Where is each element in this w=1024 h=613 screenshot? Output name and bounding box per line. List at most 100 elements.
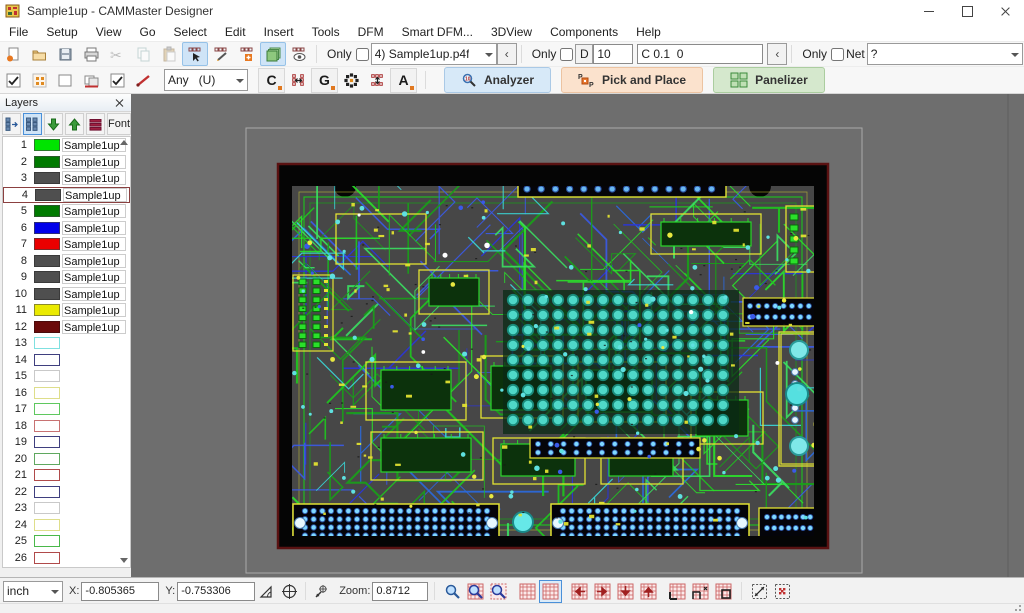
menu-smart-dfm[interactable]: Smart DFM... <box>393 24 482 40</box>
layer-color-swatch[interactable] <box>34 519 60 531</box>
layer-table-button[interactable] <box>23 113 42 135</box>
layer-move-up-button[interactable] <box>65 113 84 135</box>
select-pads-button[interactable] <box>182 42 208 66</box>
align-corner-button[interactable] <box>666 580 689 603</box>
cluster-tool-button[interactable] <box>338 68 364 92</box>
select-filter-toggle-button[interactable] <box>104 68 130 92</box>
prev-dcode-button[interactable]: ‹ <box>767 43 787 65</box>
layer-color-swatch[interactable] <box>34 255 60 267</box>
layer-scroll-up-icon[interactable] <box>120 140 128 145</box>
edit-pads-button[interactable] <box>208 42 234 66</box>
resize-extents-button[interactable] <box>748 580 771 603</box>
layer-row[interactable]: 26 <box>3 550 130 567</box>
layer-row[interactable]: 1Sample1up <box>3 137 130 154</box>
menu-insert[interactable]: Insert <box>255 24 303 40</box>
menu-3dview[interactable]: 3DView <box>482 24 541 40</box>
letter-g-tool-button[interactable]: G <box>311 68 338 93</box>
cut-button[interactable]: ✂ <box>104 42 130 66</box>
layer-color-swatch[interactable] <box>34 304 60 316</box>
net-combo[interactable]: ? <box>867 43 1023 65</box>
layer-color-swatch[interactable] <box>34 502 60 514</box>
menu-dfm[interactable]: DFM <box>349 24 393 40</box>
layer-color-swatch[interactable] <box>34 535 60 547</box>
pcb-workspace[interactable] <box>131 94 1024 577</box>
layer-color-swatch[interactable] <box>34 354 60 366</box>
add-pad-button[interactable] <box>234 42 260 66</box>
layer-row[interactable]: 18 <box>3 418 130 435</box>
layers-panel-header[interactable]: Layers <box>0 94 131 112</box>
analyzer-button[interactable]: 10 Analyzer <box>444 67 551 93</box>
aperture-filter-combo[interactable]: Any (U) <box>164 69 248 91</box>
resize-grip[interactable] <box>1014 604 1022 612</box>
close-button[interactable] <box>986 0 1024 22</box>
layer-color-swatch[interactable] <box>34 370 60 382</box>
layer-color-swatch[interactable] <box>34 172 60 184</box>
letter-a-tool-button[interactable]: A <box>390 68 417 93</box>
menu-components[interactable]: Components <box>541 24 627 40</box>
layer-row[interactable]: 24 <box>3 517 130 534</box>
zoom-input[interactable] <box>372 582 428 601</box>
only-net-checkbox[interactable] <box>831 48 844 61</box>
layer-row[interactable]: 16 <box>3 385 130 402</box>
layer-row[interactable]: 17 <box>3 401 130 418</box>
measure-angle-button[interactable] <box>255 580 278 603</box>
layer-color-swatch[interactable] <box>34 139 60 151</box>
layer-color-swatch[interactable] <box>34 387 60 399</box>
layer-row[interactable]: 12Sample1up <box>3 319 130 336</box>
font-button[interactable]: Font <box>107 113 131 135</box>
print-button[interactable] <box>78 42 104 66</box>
origin-target-button[interactable] <box>278 580 301 603</box>
layers-panel-close-button[interactable] <box>114 97 126 109</box>
layer-row[interactable]: 21 <box>3 467 130 484</box>
layer-row[interactable]: 4Sample1up <box>3 187 130 204</box>
layer-row[interactable]: 11Sample1up <box>3 302 130 319</box>
layer-color-swatch[interactable] <box>34 486 60 498</box>
layer-row[interactable]: 23 <box>3 500 130 517</box>
layer-color-swatch[interactable] <box>34 321 60 333</box>
view-pads-button[interactable] <box>286 42 312 66</box>
layer-color-swatch[interactable] <box>34 288 60 300</box>
layer-row[interactable]: 5Sample1up <box>3 203 130 220</box>
layer-row[interactable]: 6Sample1up <box>3 220 130 237</box>
menu-edit[interactable]: Edit <box>216 24 255 40</box>
only-dcode-checkbox[interactable] <box>560 48 573 61</box>
open-file-button[interactable] <box>26 42 52 66</box>
zoom-in-button[interactable] <box>441 580 464 603</box>
layer-row[interactable]: 20 <box>3 451 130 468</box>
layer-row[interactable]: 10Sample1up <box>3 286 130 303</box>
layer-color-swatch[interactable] <box>34 453 60 465</box>
pan-down-button[interactable] <box>614 580 637 603</box>
align-center-button[interactable] <box>689 580 712 603</box>
layer-row[interactable]: 8Sample1up <box>3 253 130 270</box>
menu-help[interactable]: Help <box>627 24 670 40</box>
layer-file-combo[interactable]: 4) Sample1up.p4f <box>371 43 497 65</box>
swap-horizontal-tool-button[interactable] <box>285 68 311 92</box>
paste-button[interactable] <box>156 42 182 66</box>
layer-color-swatch[interactable] <box>34 403 60 415</box>
layer-scroll-down-icon[interactable] <box>120 558 128 563</box>
layer-color-swatch[interactable] <box>35 189 61 201</box>
menu-view[interactable]: View <box>87 24 131 40</box>
app-icon[interactable] <box>5 3 21 19</box>
menu-setup[interactable]: Setup <box>37 24 86 40</box>
layer-row[interactable]: 13 <box>3 335 130 352</box>
minimize-button[interactable] <box>910 0 948 22</box>
layer-color-swatch[interactable] <box>34 238 60 250</box>
blank-frame-button[interactable] <box>52 68 78 92</box>
letter-c-tool-button[interactable]: C <box>258 68 285 93</box>
maximize-button[interactable] <box>948 0 986 22</box>
zoom-selection-button[interactable] <box>487 580 510 603</box>
pan-right-button[interactable] <box>591 580 614 603</box>
layer-row[interactable]: 15 <box>3 368 130 385</box>
layer-row[interactable]: 9Sample1up <box>3 269 130 286</box>
layer-color-swatch[interactable] <box>34 420 60 432</box>
y-coordinate-input[interactable] <box>177 582 255 601</box>
layer-color-swatch[interactable] <box>34 552 60 564</box>
prev-layer-button[interactable]: ‹ <box>497 43 517 65</box>
x-coordinate-input[interactable] <box>81 582 159 601</box>
grid-snap-button[interactable] <box>539 580 562 603</box>
select-all-toggle-button[interactable] <box>0 68 26 92</box>
jump-to-pad-button[interactable] <box>310 580 333 603</box>
align-edge-button[interactable] <box>712 580 735 603</box>
copy-button[interactable] <box>130 42 156 66</box>
